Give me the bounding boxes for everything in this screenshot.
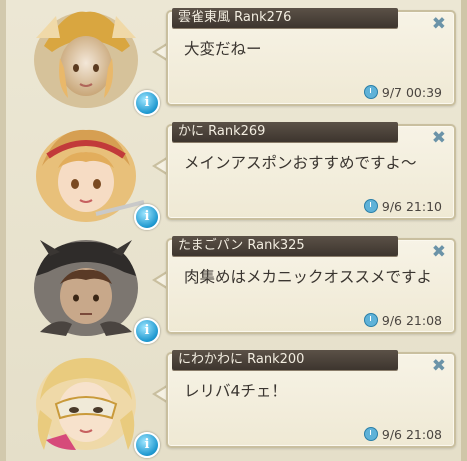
- user-name-rank[interactable]: 雲雀東風 Rank276: [172, 8, 398, 28]
- dark-armor-warrior-avatar-icon: [34, 240, 138, 336]
- message-bubble: かに Rank269 ✖ メインアスポンおすすめですよ～ 9/6 21:10: [166, 122, 456, 220]
- comment-row: i かに Rank269 ✖ メインアスポンおすすめですよ～ 9/6 21:10: [12, 116, 467, 230]
- clock-icon: [363, 199, 378, 213]
- close-icon[interactable]: ✖: [432, 358, 446, 375]
- info-icon[interactable]: i: [134, 90, 160, 116]
- avatar[interactable]: i: [26, 236, 160, 344]
- user-name-rank[interactable]: にわかわに Rank200: [172, 350, 398, 370]
- avatar[interactable]: i: [26, 8, 160, 116]
- comment-row: i にわかわに Rank200 ✖ レリバ4チェ！ 9/6 21:08: [12, 344, 467, 458]
- avatar[interactable]: i: [26, 122, 160, 230]
- avatar[interactable]: i: [26, 350, 160, 458]
- info-icon[interactable]: i: [134, 318, 160, 344]
- masked-blonde-avatar-icon: [36, 358, 136, 450]
- clock-icon: [363, 427, 378, 441]
- blonde-girl-hairband-avatar-icon: [36, 129, 145, 222]
- clock-icon: [363, 85, 378, 99]
- timestamp: 9/7 00:39: [363, 85, 442, 100]
- timestamp: 9/6 21:10: [363, 199, 442, 214]
- helmet-knight-avatar-icon: [34, 11, 138, 108]
- timestamp: 9/6 21:08: [363, 313, 442, 328]
- close-icon[interactable]: ✖: [432, 130, 446, 147]
- clock-icon: [363, 313, 378, 327]
- user-name-rank[interactable]: たまごパン Rank325: [172, 236, 398, 256]
- info-icon[interactable]: i: [134, 204, 160, 230]
- message-text: レリバ4チェ！: [184, 382, 287, 400]
- comment-row: i たまごパン Rank325 ✖ 肉集めはメカニックオススメですよ 9/6 2…: [12, 230, 467, 344]
- message-text: メインアスポンおすすめですよ～: [184, 154, 417, 172]
- message-bubble: たまごパン Rank325 ✖ 肉集めはメカニックオススメですよ 9/6 21:…: [166, 236, 456, 334]
- close-icon[interactable]: ✖: [432, 16, 446, 33]
- comment-panel: i 雲雀東風 Rank276 ✖ 大変だねー 9/7 00:39 i かに Ra…: [0, 0, 467, 461]
- user-name-rank[interactable]: かに Rank269: [172, 122, 398, 142]
- timestamp: 9/6 21:08: [363, 427, 442, 442]
- message-text: 大変だねー: [184, 40, 262, 58]
- message-text: 肉集めはメカニックオススメですよ: [184, 268, 433, 286]
- info-icon[interactable]: i: [134, 432, 160, 458]
- message-bubble: にわかわに Rank200 ✖ レリバ4チェ！ 9/6 21:08: [166, 350, 456, 448]
- message-bubble: 雲雀東風 Rank276 ✖ 大変だねー 9/7 00:39: [166, 8, 456, 106]
- comment-row: i 雲雀東風 Rank276 ✖ 大変だねー 9/7 00:39: [12, 2, 467, 116]
- close-icon[interactable]: ✖: [432, 244, 446, 261]
